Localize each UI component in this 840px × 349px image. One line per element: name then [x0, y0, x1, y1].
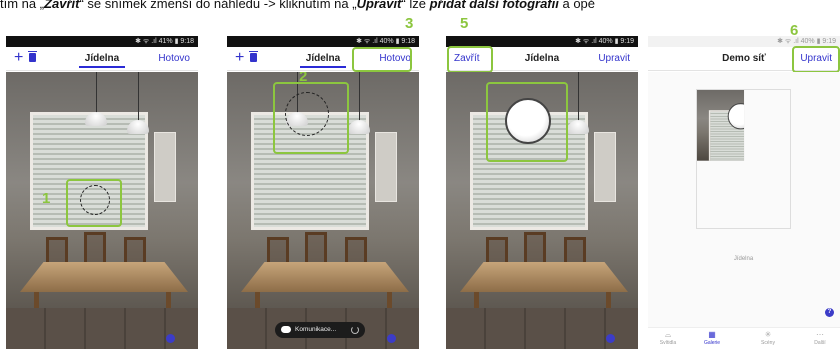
tab-lights[interactable]: ⌓ Svítidla — [648, 330, 688, 346]
tab-label: Galerie — [703, 340, 721, 346]
add-light-fab[interactable] — [606, 334, 615, 343]
step-number-3: 3 — [405, 15, 414, 32]
network-title: Demo síť — [722, 53, 766, 64]
phone-screen-1: ✱ ᯤ .ıl 41% ▮ 9:18 + Jídelna Hotovo 1 — [6, 36, 198, 349]
instruction-caption: tím na „Zavřít“ se snímek zmenší do náhl… — [0, 0, 840, 17]
phone-screen-3: ✱ ᯤ .ıl 40% ▮ 9:19 Zavřít Jídelna Upravi… — [446, 36, 638, 349]
cloud-icon — [281, 326, 291, 333]
step-number-5: 5 — [460, 15, 469, 32]
phone-screen-2: ✱ ᯤ .ıl 40% ▮ 9:18 + Jídelna Hotovo 2 Ko… — [227, 36, 419, 349]
phone-screen-4: ✱ ᯤ .ıl 40% ▮ 9:19 Demo síť Upravit Jíde… — [648, 36, 840, 349]
light-marker[interactable] — [80, 185, 110, 215]
room-photo — [446, 72, 638, 349]
add-light-fab[interactable] — [166, 334, 175, 343]
tab-more[interactable]: ⋯ Další — [800, 330, 840, 346]
light-marker[interactable] — [285, 92, 329, 136]
sun-icon: ✳ — [764, 330, 772, 339]
help-icon[interactable]: ? — [825, 308, 834, 317]
caption-action: přidat další fotografii — [429, 0, 559, 11]
toast-text: Komunikace... — [295, 326, 337, 333]
tab-label: Scény — [761, 340, 775, 346]
dining-table — [20, 262, 188, 292]
room-title[interactable]: Jídelna — [78, 53, 126, 68]
highlight-box-3 — [352, 47, 412, 72]
caption-middle2: “ lze — [401, 0, 430, 11]
grid-icon: ▦ — [708, 330, 716, 339]
room-title[interactable]: Jídelna — [299, 53, 347, 68]
caption-middle: “ se snímek zmenší do náhledu -> kliknut… — [79, 0, 357, 11]
highlight-box-6 — [792, 46, 840, 73]
more-icon: ⋯ — [816, 330, 824, 339]
tab-gallery[interactable]: ▦ Galerie — [692, 330, 732, 346]
dining-table — [241, 262, 409, 292]
highlight-box-5 — [447, 46, 493, 73]
tab-scenes[interactable]: ✳ Scény — [748, 330, 788, 346]
bottom-tab-bar: ⌓ Svítidla ▦ Galerie ✳ Scény ⋯ Další — [648, 327, 840, 349]
connecting-toast: Komunikace... — [275, 322, 365, 338]
room-photo: 1 — [6, 72, 198, 349]
caption-close-word: Zavřít — [44, 0, 80, 11]
add-light-fab[interactable] — [387, 334, 396, 343]
spinner-icon — [351, 326, 359, 334]
caption-suffix: a opě — [558, 0, 596, 11]
step-number-2: 2 — [299, 72, 308, 85]
room-photo: 2 Komunikace... — [227, 72, 419, 349]
done-button[interactable]: Hotovo — [158, 47, 190, 71]
step-number-1: 1 — [42, 190, 51, 207]
room-thumbnail[interactable] — [696, 89, 791, 229]
edit-button[interactable]: Upravit — [598, 47, 630, 71]
app-bar: + Jídelna Hotovo — [6, 47, 198, 71]
thumbnail-label: Jídelna — [733, 256, 754, 262]
dining-table — [460, 262, 628, 292]
caption-prefix: tím na „ — [0, 0, 45, 11]
room-title: Jídelna — [524, 53, 560, 64]
lamp-icon: ⌓ — [664, 330, 672, 339]
tab-label: Další — [814, 340, 826, 346]
status-bar: ✱ ᯤ .ıl 41% ▮ 9:18 — [6, 36, 198, 47]
status-bar: ✱ ᯤ .ıl 40% ▮ 9:18 — [227, 36, 419, 47]
tab-label: Svítidla — [659, 340, 677, 346]
light-marker-placed[interactable] — [505, 98, 551, 144]
caption-edit-word: Upravit — [356, 0, 402, 11]
